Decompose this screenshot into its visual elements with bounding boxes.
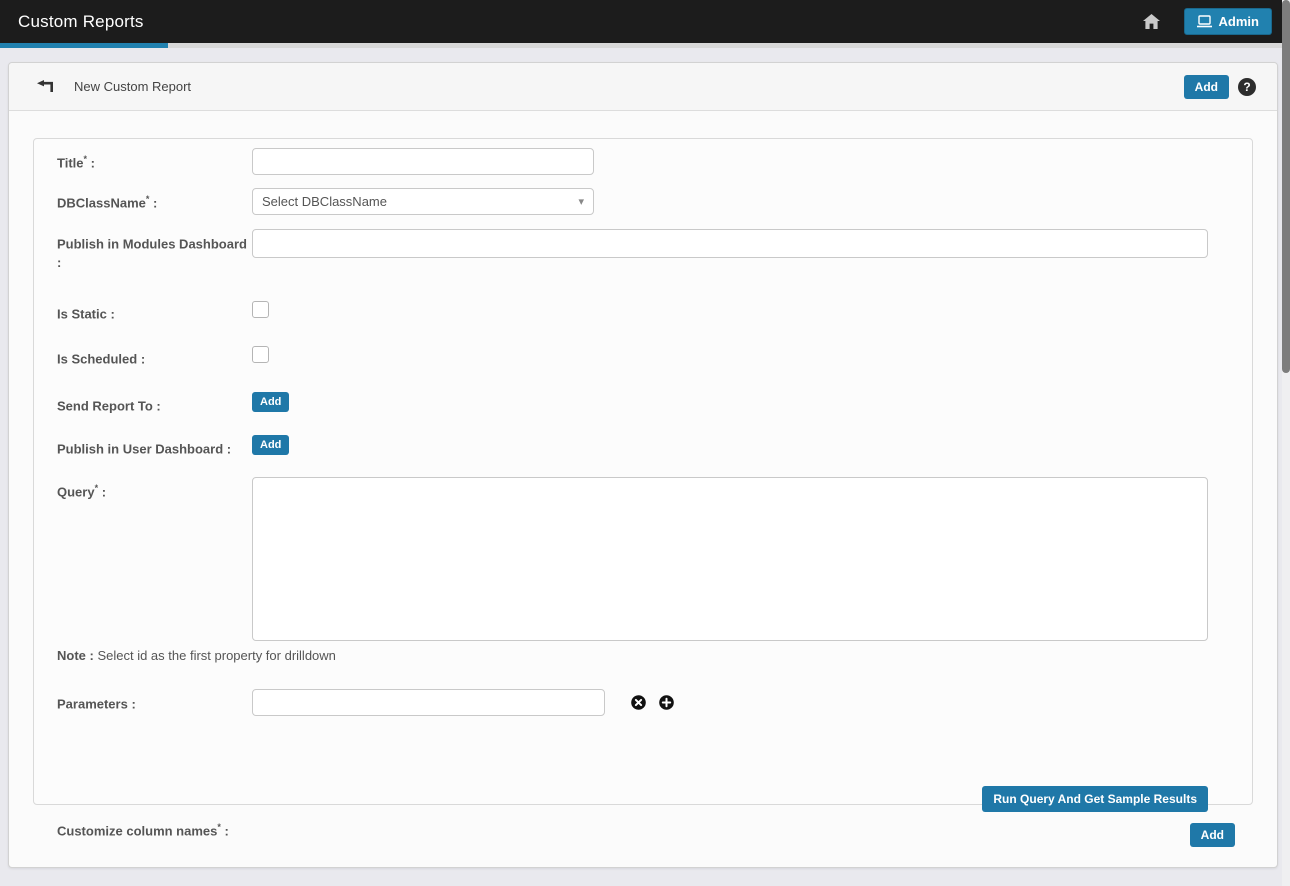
panel-add-button[interactable]: Add (1184, 75, 1229, 99)
is-static-label: Is Static : (57, 299, 252, 324)
publish-modules-input[interactable] (252, 229, 1208, 258)
title-input[interactable] (252, 148, 594, 175)
dbclassname-label: DBClassName* : (57, 188, 252, 213)
note-text: Select id as the first property for dril… (94, 648, 336, 663)
publish-user-dashboard-label: Publish in User Dashboard : (57, 434, 252, 459)
publish-modules-label: Publish in Modules Dashboard : (57, 229, 252, 273)
send-report-to-label: Send Report To : (57, 391, 252, 416)
field-row-query: Query* : (57, 477, 1208, 641)
laptop-icon (1197, 15, 1212, 28)
active-tab-underline (0, 43, 168, 48)
parameters-input[interactable] (252, 689, 605, 716)
admin-button[interactable]: Admin (1184, 8, 1272, 35)
top-bar: Custom Reports Admin (0, 0, 1282, 43)
report-form: Title* : DBClassName* : Select DBClassNa… (33, 138, 1253, 805)
field-row-title: Title* : (57, 148, 1208, 175)
custom-report-card: New Custom Report Add ? Title* : DBClass… (8, 62, 1278, 868)
topbar-actions: Admin (1143, 8, 1282, 35)
x-circle-icon[interactable] (631, 695, 646, 710)
field-row-publish-user-dashboard: Publish in User Dashboard : Add (57, 434, 1208, 459)
is-static-checkbox[interactable] (252, 301, 269, 318)
panel-title: New Custom Report (74, 79, 1184, 94)
dbclassname-selected-value: Select DBClassName (262, 194, 387, 209)
field-row-parameters: Parameters : (57, 689, 1208, 716)
parameter-actions (631, 689, 674, 710)
field-row-is-scheduled: Is Scheduled : (57, 344, 1208, 369)
field-row-dbclassname: DBClassName* : Select DBClassName ▾ (57, 188, 1208, 215)
field-row-is-static: Is Static : (57, 299, 1208, 324)
is-scheduled-label: Is Scheduled : (57, 344, 252, 369)
field-row-publish-modules: Publish in Modules Dashboard : (57, 229, 1208, 273)
field-row-send-report-to: Send Report To : Add (57, 391, 1208, 416)
tab-strip (0, 43, 1282, 48)
admin-button-label: Admin (1219, 14, 1259, 29)
title-label: Title* : (57, 148, 252, 173)
is-scheduled-checkbox[interactable] (252, 346, 269, 363)
question-icon[interactable]: ? (1238, 78, 1256, 96)
query-note: Note : Select id as the first property f… (57, 648, 1208, 663)
customize-columns-label: Customize column names* : (57, 821, 229, 841)
publish-user-dashboard-add-button[interactable]: Add (252, 435, 289, 455)
send-report-to-add-button[interactable]: Add (252, 392, 289, 412)
page-scrollbar[interactable] (1282, 0, 1290, 886)
return-arrow-icon[interactable] (36, 80, 53, 93)
run-query-button[interactable]: Run Query And Get Sample Results (982, 786, 1208, 812)
note-label: Note : (57, 648, 94, 663)
card-body: Title* : DBClassName* : Select DBClassNa… (9, 111, 1277, 847)
home-icon[interactable] (1143, 14, 1160, 29)
plus-circle-icon[interactable] (659, 695, 674, 710)
scrollbar-thumb[interactable] (1282, 0, 1290, 373)
parameters-label: Parameters : (57, 689, 252, 714)
dbclassname-select[interactable]: Select DBClassName ▾ (252, 188, 594, 215)
card-header: New Custom Report Add ? (9, 63, 1277, 111)
query-label: Query* : (57, 477, 252, 502)
footer-add-button[interactable]: Add (1190, 823, 1235, 847)
query-textarea[interactable] (252, 477, 1208, 641)
chevron-down-icon: ▾ (578, 195, 584, 208)
page-title: Custom Reports (0, 12, 144, 32)
